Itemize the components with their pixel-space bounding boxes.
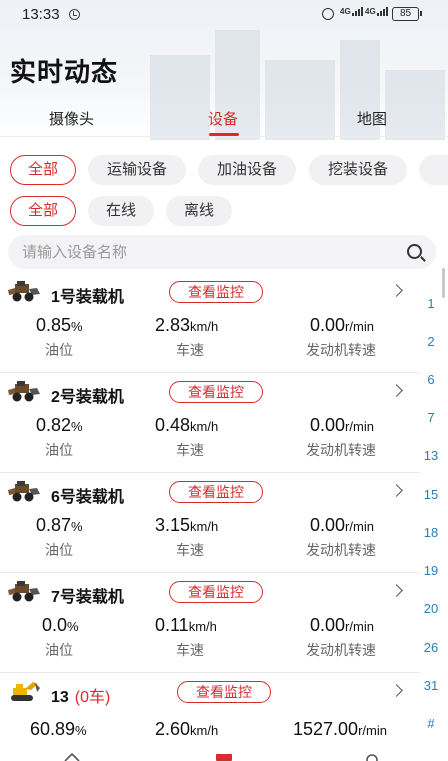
engine-rpm-value: 0.00r/min [310,315,374,335]
engine-rpm-value: 0.00r/min [310,415,374,435]
index-item[interactable]: 15 [418,487,444,502]
home-icon[interactable] [64,752,80,761]
status-time: 13:33 [22,6,60,23]
oil-level-label: 油位 [45,642,73,658]
filter-type-refuel[interactable]: 加油设备 [198,155,296,185]
index-item[interactable]: 1 [418,296,444,311]
device-sub-count: (0车) [74,689,111,706]
oil-level-label: 油位 [45,342,73,358]
engine-rpm-label: 发动机转速 [306,642,376,658]
filter-type-all[interactable]: 全部 [10,155,76,185]
loader-icon [8,581,40,602]
oil-level-value: 0.87% [36,515,83,535]
signal-icon-2: 4G [365,7,389,16]
view-monitor-button[interactable]: 查看监控 [169,381,263,403]
device-card[interactable]: 2号装载机 查看监控 0.82% 0.48km/h 0.00r/min 油位 车… [0,373,420,473]
filter-type-excavate[interactable]: 挖装设备 [309,155,407,185]
index-item[interactable]: 18 [418,525,444,540]
filter-type-transport[interactable]: 运输设备 [88,155,186,185]
monitor-nav-icon[interactable] [216,752,232,761]
device-card[interactable]: 6号装载机 查看监控 0.87% 3.15km/h 0.00r/min 油位 车… [0,473,420,573]
engine-rpm-value: 0.00r/min [310,615,374,635]
tab-camera[interactable]: 摄像头 [49,108,94,129]
loader-icon [8,381,40,402]
speed-value: 2.60km/h [155,719,219,739]
index-item[interactable]: 6 [418,372,444,387]
view-monitor-button[interactable]: 查看监控 [177,681,271,703]
oil-level-value: 0.85% [36,315,83,335]
view-monitor-button[interactable]: 查看监控 [169,581,263,603]
speed-label: 车速 [176,542,204,558]
engine-rpm-label: 发动机转速 [306,442,376,458]
top-tabs: 摄像头 设备 地图 [0,100,448,136]
index-item[interactable]: # [418,716,444,731]
index-item[interactable]: 13 [418,448,444,463]
loader-icon [8,481,40,502]
speed-value: 3.15km/h [155,515,219,535]
index-item[interactable]: 26 [418,640,444,655]
index-item[interactable]: 31 [418,678,444,693]
bottom-nav [0,748,448,761]
tabs-divider [0,136,448,137]
signal-icon: 4G [340,7,364,16]
index-item[interactable]: 20 [418,601,444,616]
speed-label: 车速 [176,442,204,458]
device-card[interactable]: 1号装载机 查看监控 0.85% 2.83km/h 0.00r/min 油位 车… [0,273,420,373]
view-monitor-button[interactable]: 查看监控 [169,281,263,303]
filter-type-more[interactable] [419,155,448,185]
tab-device[interactable]: 设备 [208,108,238,129]
device-name: 13 (0车) [51,689,111,706]
chevron-right-icon[interactable] [390,384,403,397]
device-card[interactable]: 7号装载机 查看监控 0.0% 0.11km/h 0.00r/min 油位 车速… [0,573,420,673]
profile-icon[interactable] [364,752,380,761]
chevron-right-icon[interactable] [390,484,403,497]
index-item[interactable]: 7 [418,410,444,425]
engine-rpm-label: 发动机转速 [306,342,376,358]
chevron-right-icon[interactable] [390,584,403,597]
engine-rpm-value: 1527.00r/min [293,719,387,739]
alarm-icon [322,8,334,20]
filter-status-all[interactable]: 全部 [10,196,76,226]
oil-level-value: 0.0% [42,615,79,635]
device-name: 2号装载机 [51,389,124,406]
search-input[interactable] [22,235,392,269]
battery-icon: 85 [392,7,422,21]
tab-map[interactable]: 地图 [357,108,387,129]
speed-label: 车速 [176,342,204,358]
status-bar: 13:33 4G 4G 85 [0,0,448,30]
scrollbar[interactable] [442,268,445,298]
speed-label: 车速 [176,642,204,658]
device-name: 7号装载机 [51,589,124,606]
clock-icon [69,9,80,20]
page-title: 实时动态 [10,57,119,87]
index-item[interactable]: 19 [418,563,444,578]
engine-rpm-label: 发动机转速 [306,542,376,558]
search-icon[interactable] [407,244,422,259]
chevron-right-icon[interactable] [390,684,403,697]
view-monitor-button[interactable]: 查看监控 [169,481,263,503]
search-bar [8,235,436,269]
filter-status-online[interactable]: 在线 [88,196,154,226]
oil-level-label: 油位 [45,442,73,458]
device-name: 1号装载机 [51,289,124,306]
speed-value: 0.11km/h [155,615,217,635]
index-item[interactable]: 2 [418,334,444,349]
device-name: 6号装载机 [51,489,124,506]
oil-level-value: 60.89% [30,719,87,739]
oil-level-value: 0.82% [36,415,83,435]
speed-value: 2.83km/h [155,315,219,335]
speed-value: 0.48km/h [155,415,219,435]
chevron-right-icon[interactable] [390,284,403,297]
filter-status-offline[interactable]: 离线 [166,196,232,226]
oil-level-label: 油位 [45,542,73,558]
excavator-icon [11,682,40,701]
engine-rpm-value: 0.00r/min [310,515,374,535]
loader-icon [8,281,40,302]
